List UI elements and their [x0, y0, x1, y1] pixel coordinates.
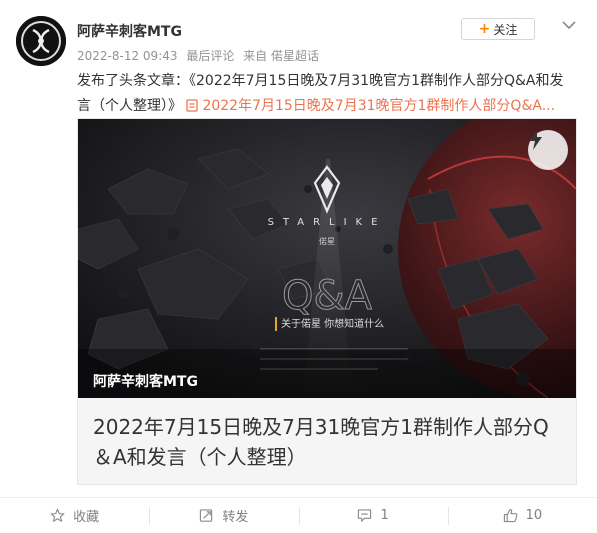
like-icon — [503, 508, 518, 523]
favorite-label: 收藏 — [73, 510, 100, 525]
author-name[interactable]: 阿萨辛刺客MTG — [77, 21, 182, 41]
assassin-logo-icon — [16, 16, 66, 66]
like-button[interactable]: 10 — [447, 498, 597, 533]
article-cover-image: STARLIKE 偌星 Q&A 关于偌星 你想知道什么 阿萨辛刺客MTG — [78, 119, 576, 398]
card-source-label: 阿萨辛刺客MTG — [93, 374, 198, 390]
post-edited-label: 最后评论 — [186, 49, 235, 63]
favorite-button[interactable]: 收藏 — [0, 498, 149, 533]
weibo-post: 阿萨辛刺客MTG 2022-8-12 09:43 最后评论 来自 偌星超话 + … — [0, 0, 597, 533]
comment-button[interactable]: 1 — [298, 498, 448, 533]
comment-count: 1 — [380, 508, 389, 523]
like-count: 10 — [525, 508, 543, 523]
article-icon — [186, 99, 199, 112]
card-title: 2022年7月15日晚及7月31晚官方1群制作人部分Q＆A和发言（个人整理） — [78, 398, 576, 484]
article-link[interactable]: 2022年7月15日晚及7月31晚官方1群制作人部分Q&A... — [186, 98, 555, 114]
repost-label: 转发 — [222, 510, 249, 525]
cover-tagline: 关于偌星 你想知道什么 — [281, 317, 384, 330]
repost-icon — [200, 509, 213, 522]
post-source[interactable]: 来自 偌星超话 — [243, 49, 319, 63]
cover-brand: STARLIKE — [268, 217, 387, 228]
post-text: 发布了头条文章：《2022年7月15日晚及7月31晚官方1群制作人部分Q&A和发… — [77, 69, 577, 119]
lightning-icon[interactable] — [528, 130, 568, 170]
article-link-text: 2022年7月15日晚及7月31晚官方1群制作人部分Q&A... — [202, 98, 556, 114]
chevron-down-icon[interactable] — [560, 17, 578, 31]
cover-brand-cn: 偌星 — [319, 236, 335, 246]
article-card[interactable]: STARLIKE 偌星 Q&A 关于偌星 你想知道什么 阿萨辛刺客MTG 202… — [77, 118, 577, 485]
repost-button[interactable]: 转发 — [149, 498, 298, 533]
avatar[interactable] — [16, 16, 66, 66]
follow-label: 关注 — [493, 22, 518, 37]
post-date[interactable]: 2022-8-12 09:43 — [77, 49, 178, 63]
cover-qa-text: Q&A — [282, 273, 373, 319]
star-icon — [50, 508, 65, 522]
plus-icon: + — [478, 21, 491, 37]
action-bar: 收藏 转发 1 10 — [0, 497, 597, 533]
post-meta: 2022-8-12 09:43 最后评论 来自 偌星超话 — [77, 47, 324, 64]
comment-icon — [358, 509, 372, 522]
follow-button[interactable]: + 关注 — [461, 18, 535, 40]
